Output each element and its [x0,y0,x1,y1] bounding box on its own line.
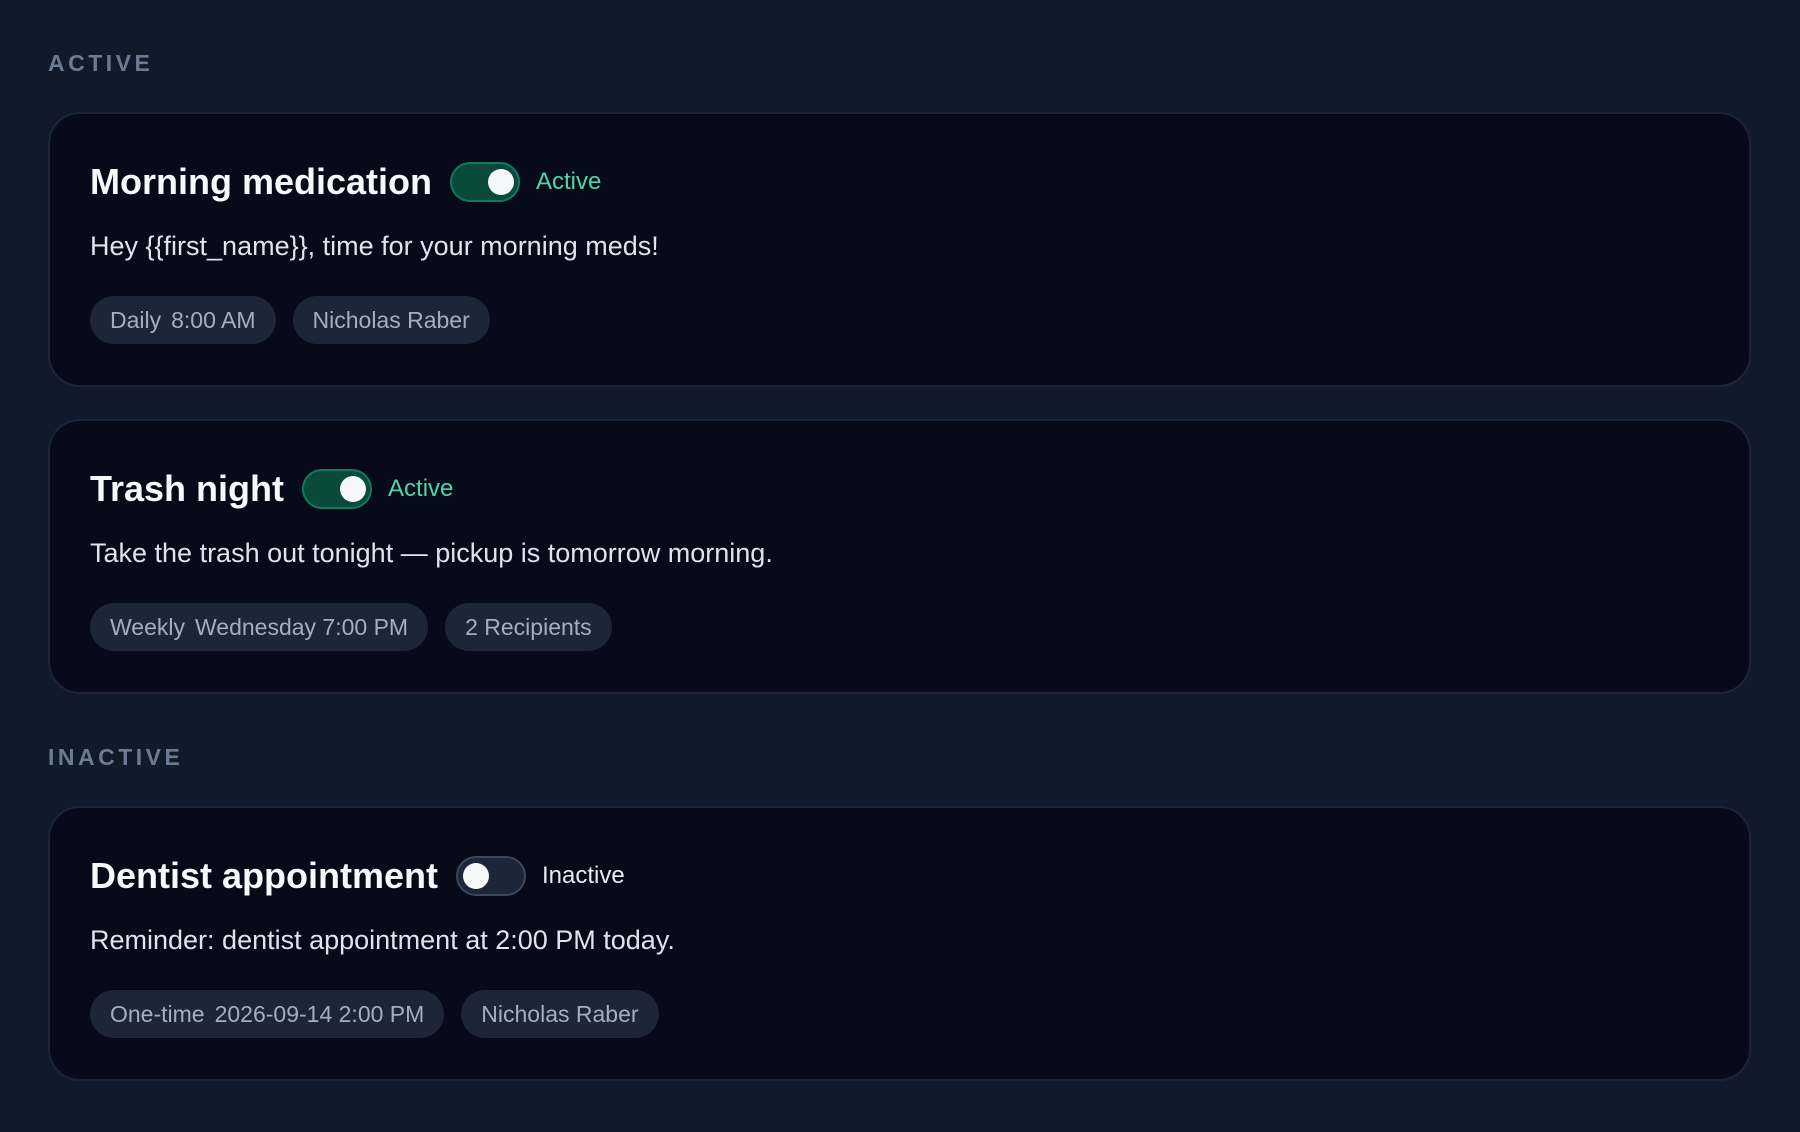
recipients-chip: 2 Recipients [445,603,612,651]
reminder-chips: Daily 8:00 AM Nicholas Raber [90,296,1709,344]
reminder-title: Morning medication [90,161,432,202]
reminder-status: Inactive [542,862,625,889]
schedule-chip: Daily 8:00 AM [90,296,276,344]
schedule-type: Weekly [110,613,185,640]
recipients-chip: Nicholas Raber [461,990,659,1038]
reminder-card[interactable]: Trash night Active Take the trash out to… [48,419,1751,694]
schedule-time: 2026-09-14 2:00 PM [214,1000,425,1027]
reminder-card-header: Dentist appointment Inactive [90,848,1709,904]
reminder-title: Dentist appointment [90,855,438,896]
reminder-card-header: Morning medication Active [90,154,1709,210]
section-label-active: ACTIVE [48,50,154,76]
reminder-card[interactable]: Dentist appointment Inactive Reminder: d… [48,806,1751,1081]
schedule-chip: Weekly Wednesday 7:00 PM [90,603,429,651]
recipients-chip: Nicholas Raber [292,296,490,344]
reminder-chips: Weekly Wednesday 7:00 PM 2 Recipients [90,603,1709,651]
schedule-type: One-time [110,1000,205,1027]
reminder-message: Reminder: dentist appointment at 2:00 PM… [90,925,675,955]
reminder-status: Active [388,475,454,502]
reminder-toggle[interactable] [450,162,520,202]
toggle-knob [463,863,489,889]
section-label-inactive: INACTIVE [48,744,184,770]
reminders-page: ACTIVE Morning medication Active Hey {{f… [0,0,1800,1132]
reminder-chips: One-time 2026-09-14 2:00 PM Nicholas Rabe… [90,990,1709,1038]
reminder-message: Hey {{first_name}}, time for your mornin… [90,231,659,261]
reminder-card-header: Trash night Active [90,461,1709,517]
reminder-card[interactable]: Morning medication Active Hey {{first_na… [48,112,1751,387]
reminder-message: Take the trash out tonight — pickup is t… [90,538,773,568]
schedule-time: 8:00 AM [171,306,256,333]
schedule-time: Wednesday 7:00 PM [195,613,409,640]
reminder-toggle[interactable] [302,469,373,509]
schedule-chip: One-time 2026-09-14 2:00 PM [90,990,445,1038]
reminder-status: Active [536,168,602,195]
toggle-knob [488,169,514,195]
schedule-type: Daily [110,306,162,333]
reminder-toggle[interactable] [456,856,526,896]
toggle-knob [340,476,367,502]
reminder-title: Trash night [90,468,285,509]
